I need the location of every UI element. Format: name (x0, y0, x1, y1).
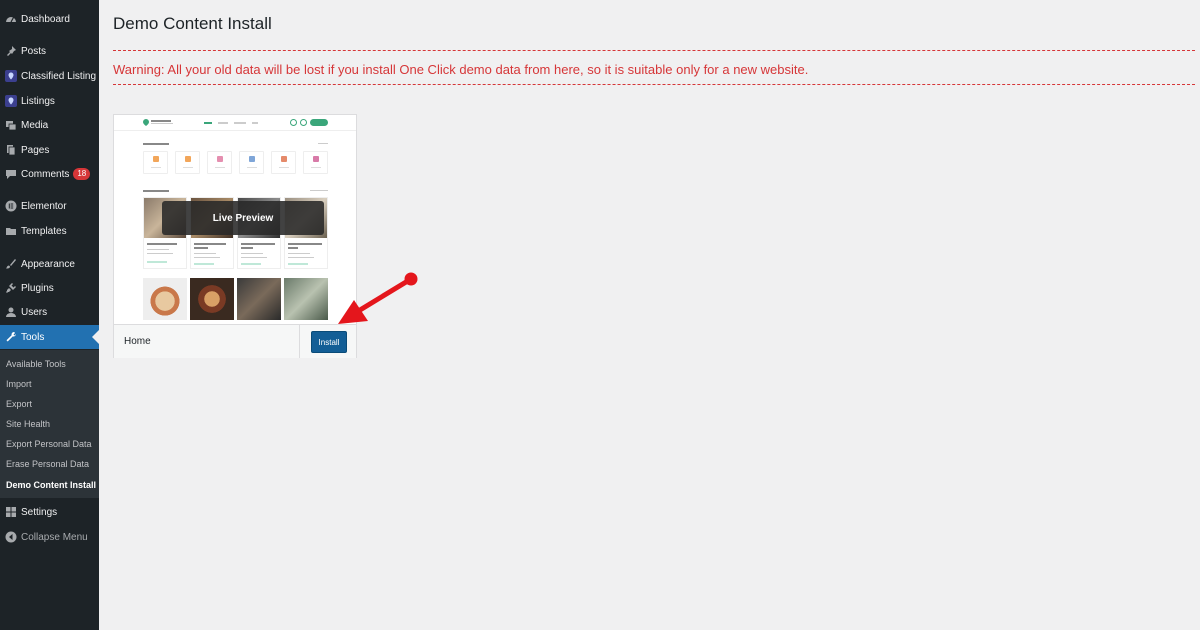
collapse-icon (4, 531, 17, 544)
thumbnail-section-heading (143, 190, 169, 192)
thumbnail-user-icon (290, 119, 297, 126)
demo-name: Home (124, 336, 151, 347)
demo-preview-thumbnail[interactable]: Live Preview (114, 115, 356, 324)
thumbnail-food-image (143, 278, 187, 320)
dashboard-icon (4, 13, 17, 26)
thumbnail-logo-tagline (151, 123, 173, 124)
thumbnail-nav-item (218, 122, 228, 124)
thumbnail-category (207, 151, 232, 174)
thumbnail-cart-icon (300, 119, 307, 126)
menu-comments[interactable]: Comments 18 (0, 162, 99, 186)
submenu-export-personal-data[interactable]: Export Personal Data (6, 439, 92, 449)
thumbnail-logo-text (151, 120, 171, 122)
comments-count-badge: 18 (73, 168, 91, 180)
menu-settings[interactable]: Settings (0, 500, 99, 524)
menu-listings[interactable]: Listings (0, 89, 99, 113)
menu-posts-label: Posts (21, 45, 47, 57)
menu-elementor-label: Elementor (21, 200, 67, 212)
map-marker-icon (4, 95, 17, 108)
menu-plugins-label: Plugins (21, 282, 54, 294)
menu-dashboard-label: Dashboard (21, 13, 70, 25)
submenu-site-health[interactable]: Site Health (6, 419, 50, 429)
user-icon (4, 306, 17, 319)
warning-bottom-divider (113, 84, 1195, 85)
thumbnail-nav-item (234, 122, 246, 124)
demo-card: Live Preview Home Install (113, 114, 357, 358)
menu-templates[interactable]: Templates (0, 219, 99, 243)
menu-classified-listing[interactable]: Classified Listing (0, 64, 99, 88)
submenu-erase-personal-data[interactable]: Erase Personal Data (6, 459, 89, 469)
pin-icon (4, 45, 17, 58)
thumbnail-section-heading (143, 143, 169, 145)
settings-icon (4, 506, 17, 519)
plug-icon (4, 282, 17, 295)
thumbnail-view-all-link (310, 190, 328, 191)
menu-classified-listing-label: Classified Listing (21, 70, 97, 82)
warning-message: Warning: All your old data will be lost … (113, 62, 809, 77)
menu-users-label: Users (21, 306, 48, 318)
menu-appearance-label: Appearance (21, 258, 75, 270)
thumbnail-view-all-link (318, 143, 328, 144)
map-marker-icon (4, 70, 17, 83)
menu-dashboard[interactable]: Dashboard (0, 7, 99, 31)
menu-settings-label: Settings (21, 506, 58, 518)
thumbnail-category (143, 151, 168, 174)
footer-divider (299, 325, 300, 358)
demo-card-footer: Home Install (114, 324, 356, 358)
thumbnail-category (303, 151, 328, 174)
page-title: Demo Content Install (113, 14, 272, 33)
collapse-menu-label: Collapse Menu (21, 531, 88, 543)
menu-pages[interactable]: Pages (0, 138, 99, 162)
menu-users[interactable]: Users (0, 300, 99, 324)
menu-pages-label: Pages (21, 144, 50, 156)
thumbnail-food-image (284, 278, 328, 320)
menu-listings-label: Listings (21, 95, 55, 107)
page-icon (4, 144, 17, 157)
thumbnail-food-image (237, 278, 281, 320)
thumbnail-header-divider (114, 130, 356, 131)
thumbnail-nav-item (204, 122, 212, 124)
thumbnail-category (271, 151, 296, 174)
menu-media-label: Media (21, 119, 49, 131)
menu-appearance[interactable]: Appearance (0, 252, 99, 276)
wrench-icon (4, 331, 17, 344)
brush-icon (4, 258, 17, 271)
thumbnail-nav-item (252, 122, 258, 124)
submenu-import[interactable]: Import (6, 379, 32, 389)
thumbnail-category (239, 151, 264, 174)
thumbnail-add-button (310, 119, 328, 126)
collapse-menu-button[interactable]: Collapse Menu (0, 525, 99, 549)
thumbnail-logo-icon (143, 119, 149, 126)
thumbnail-category (175, 151, 200, 174)
menu-media[interactable]: Media (0, 113, 99, 137)
tools-submenu: Available Tools Import Export Site Healt… (0, 350, 99, 498)
annotation-arrow (338, 272, 418, 324)
elementor-icon (4, 200, 17, 213)
submenu-available-tools[interactable]: Available Tools (6, 359, 66, 369)
admin-sidebar: Dashboard Posts Classified Listing Listi… (0, 0, 99, 630)
menu-tools-label: Tools (21, 331, 45, 343)
menu-posts[interactable]: Posts (0, 39, 99, 63)
menu-elementor[interactable]: Elementor (0, 194, 99, 218)
menu-tools[interactable]: Tools (0, 325, 99, 349)
warning-top-divider (113, 50, 1195, 51)
menu-plugins[interactable]: Plugins (0, 276, 99, 300)
comment-icon (4, 168, 17, 181)
live-preview-button[interactable]: Live Preview (162, 201, 324, 235)
folder-icon (4, 225, 17, 238)
submenu-export[interactable]: Export (6, 399, 32, 409)
menu-comments-label: Comments (21, 168, 70, 180)
menu-templates-label: Templates (21, 225, 67, 237)
thumbnail-food-image (190, 278, 234, 320)
media-icon (4, 119, 17, 132)
submenu-demo-content-install[interactable]: Demo Content Install (6, 480, 96, 490)
